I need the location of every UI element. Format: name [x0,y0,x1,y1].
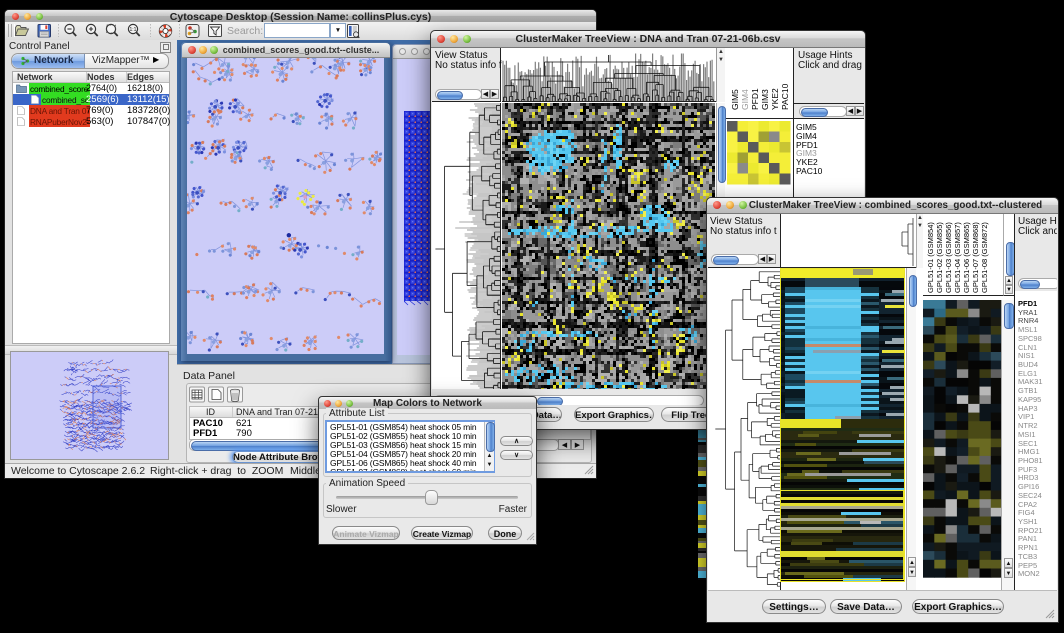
svg-text:1:1: 1:1 [130,27,137,33]
